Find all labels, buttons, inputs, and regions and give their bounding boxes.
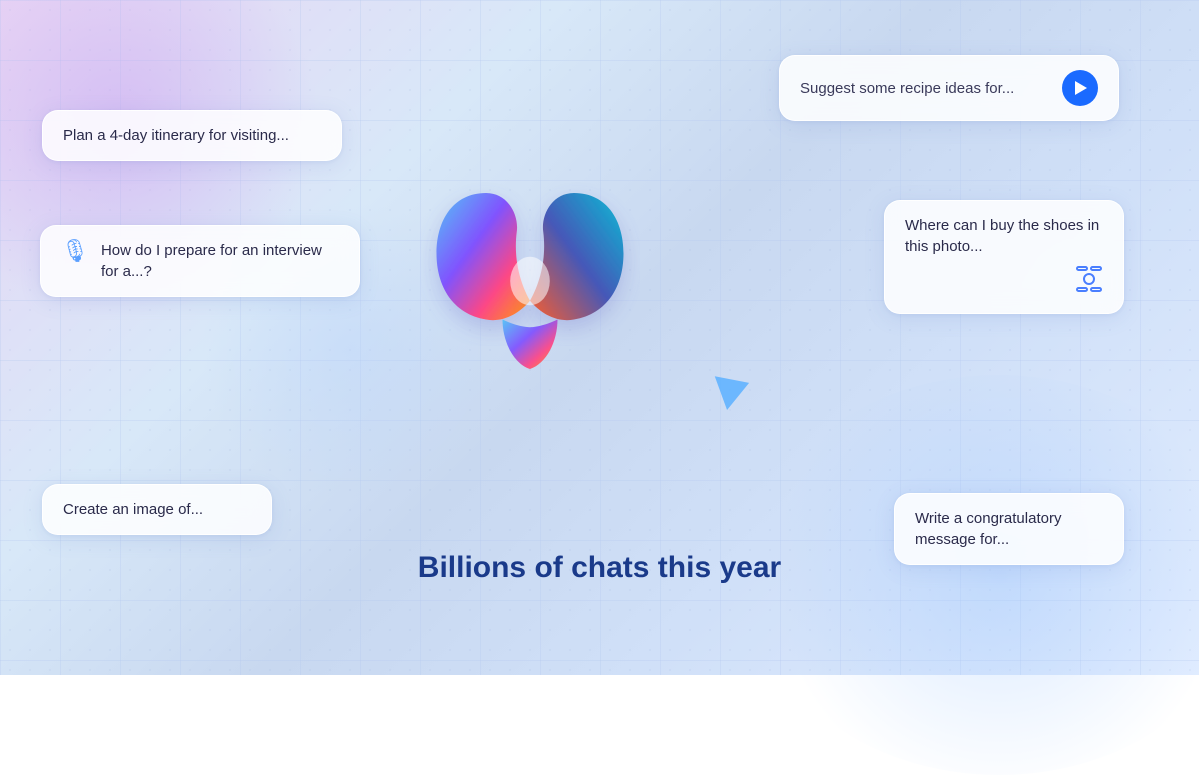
card-shoes-text: Where can I buy the shoes in this photo.… [905,217,1099,255]
card-itinerary[interactable]: Plan a 4-day itinerary for visiting... [42,110,342,161]
card-create-image[interactable]: Create an image of... [42,484,272,535]
card-recipe-text: Suggest some recipe ideas for... [800,80,1052,97]
camera-icon [905,265,1103,299]
main-heading: Billions of chats this year [418,551,781,585]
card-interview-content: How do I prepare for an interview for a.… [101,240,339,282]
card-interview-text: How do I prepare for an interview for a.… [101,242,322,280]
send-icon [1075,81,1087,95]
card-congrats-text: Write a congratulatory message for... [915,510,1061,548]
send-button[interactable] [1062,70,1098,106]
copilot-logo [420,160,640,380]
card-itinerary-text: Plan a 4-day itinerary for visiting... [63,127,289,144]
card-shoes[interactable]: Where can I buy the shoes in this photo.… [884,200,1124,314]
card-create-image-text: Create an image of... [63,501,203,518]
card-interview[interactable]: 🎙 How do I prepare for an interview for … [40,225,360,297]
mic-icon: 🎙 [61,240,89,262]
card-recipe[interactable]: Suggest some recipe ideas for... [779,55,1119,121]
card-congrats[interactable]: Write a congratulatory message for... [894,493,1124,565]
